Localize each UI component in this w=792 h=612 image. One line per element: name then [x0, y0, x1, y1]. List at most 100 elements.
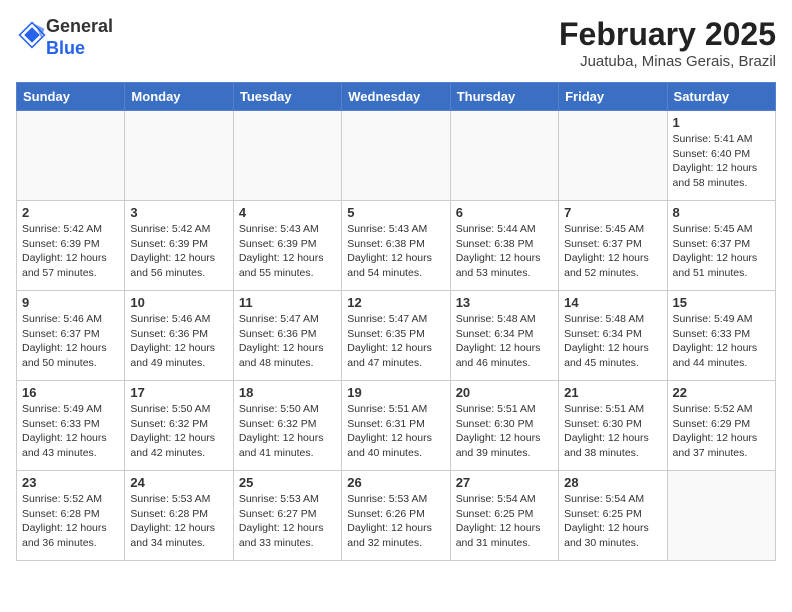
calendar-cell: 19 Sunrise: 5:51 AM Sunset: 6:31 PM Dayli…: [342, 381, 450, 471]
calendar-cell: 3 Sunrise: 5:42 AM Sunset: 6:39 PM Daylig…: [125, 201, 233, 291]
day-number: 8: [673, 205, 770, 220]
day-info: Sunrise: 5:44 AM Sunset: 6:38 PM Dayligh…: [456, 222, 553, 281]
month-title: February 2025: [559, 16, 776, 53]
day-number: 2: [22, 205, 119, 220]
calendar-cell: 4Sunrise: 5:43 AM Sunset: 6:39 PM Daylig…: [233, 201, 341, 291]
day-number: 6: [456, 205, 553, 220]
week-row-1: 1Sunrise: 5:41 AM Sunset: 6:40 PM Daylig…: [17, 111, 776, 201]
calendar-header-tuesday: Tuesday: [233, 83, 341, 111]
day-number: 11: [239, 295, 336, 310]
day-info: Sunrise: 5:53 AM Sunset: 6:27 PM Dayligh…: [239, 492, 336, 551]
day-info: Sunrise: 5:50 AM Sunset: 6:32 PM Dayligh…: [130, 402, 227, 461]
calendar-cell: 15 Sunrise: 5:49 AM Sunset: 6:33 PM Dayli…: [667, 291, 775, 381]
calendar-header-wednesday: Wednesday: [342, 83, 450, 111]
calendar-cell: 9Sunrise: 5:46 AM Sunset: 6:37 PM Daylig…: [17, 291, 125, 381]
calendar-header-saturday: Saturday: [667, 83, 775, 111]
day-info: Sunrise: 5:50 AM Sunset: 6:32 PM Dayligh…: [239, 402, 336, 461]
calendar-cell: [559, 111, 667, 201]
day-number: 17: [130, 385, 227, 400]
calendar-cell: 12 Sunrise: 5:47 AM Sunset: 6:35 PM Dayli…: [342, 291, 450, 381]
calendar-cell: 11 Sunrise: 5:47 AM Sunset: 6:36 PM Dayli…: [233, 291, 341, 381]
week-row-3: 9Sunrise: 5:46 AM Sunset: 6:37 PM Daylig…: [17, 291, 776, 381]
day-number: 24: [130, 475, 227, 490]
day-number: 14: [564, 295, 661, 310]
day-info: Sunrise: 5:54 AM Sunset: 6:25 PM Dayligh…: [456, 492, 553, 551]
day-info: Sunrise: 5:48 AM Sunset: 6:34 PM Dayligh…: [456, 312, 553, 371]
day-info: Sunrise: 5:52 AM Sunset: 6:28 PM Dayligh…: [22, 492, 119, 551]
calendar-cell: 24 Sunrise: 5:53 AM Sunset: 6:28 PM Dayli…: [125, 471, 233, 561]
calendar-cell: 1Sunrise: 5:41 AM Sunset: 6:40 PM Daylig…: [667, 111, 775, 201]
day-number: 5: [347, 205, 444, 220]
logo-general-text: General: [46, 16, 113, 36]
day-info: Sunrise: 5:45 AM Sunset: 6:37 PM Dayligh…: [564, 222, 661, 281]
page-header: General Blue February 2025 Juatuba, Mina…: [16, 16, 776, 70]
calendar-cell: 6 Sunrise: 5:44 AM Sunset: 6:38 PM Daylig…: [450, 201, 558, 291]
calendar-cell: [450, 111, 558, 201]
day-info: Sunrise: 5:47 AM Sunset: 6:36 PM Dayligh…: [239, 312, 336, 371]
week-row-2: 2 Sunrise: 5:42 AM Sunset: 6:39 PM Daylig…: [17, 201, 776, 291]
calendar-cell: 17 Sunrise: 5:50 AM Sunset: 6:32 PM Dayli…: [125, 381, 233, 471]
title-area: February 2025 Juatuba, Minas Gerais, Bra…: [559, 16, 776, 70]
calendar-cell: [667, 471, 775, 561]
day-info: Sunrise: 5:48 AM Sunset: 6:34 PM Dayligh…: [564, 312, 661, 371]
calendar-header-friday: Friday: [559, 83, 667, 111]
day-info: Sunrise: 5:49 AM Sunset: 6:33 PM Dayligh…: [22, 402, 119, 461]
calendar-cell: [125, 111, 233, 201]
calendar-cell: [233, 111, 341, 201]
calendar-header-row: SundayMondayTuesdayWednesdayThursdayFrid…: [17, 83, 776, 111]
day-info: Sunrise: 5:53 AM Sunset: 6:28 PM Dayligh…: [130, 492, 227, 551]
calendar-cell: [17, 111, 125, 201]
week-row-5: 23 Sunrise: 5:52 AM Sunset: 6:28 PM Dayli…: [17, 471, 776, 561]
day-number: 16: [22, 385, 119, 400]
week-row-4: 16 Sunrise: 5:49 AM Sunset: 6:33 PM Dayli…: [17, 381, 776, 471]
day-info: Sunrise: 5:42 AM Sunset: 6:39 PM Dayligh…: [130, 222, 227, 281]
location-title: Juatuba, Minas Gerais, Brazil: [559, 53, 776, 70]
calendar-table: SundayMondayTuesdayWednesdayThursdayFrid…: [16, 82, 776, 561]
day-info: Sunrise: 5:46 AM Sunset: 6:37 PM Dayligh…: [22, 312, 119, 371]
calendar-cell: 16 Sunrise: 5:49 AM Sunset: 6:33 PM Dayli…: [17, 381, 125, 471]
day-number: 15: [673, 295, 770, 310]
calendar-cell: 21 Sunrise: 5:51 AM Sunset: 6:30 PM Dayli…: [559, 381, 667, 471]
calendar-cell: 7Sunrise: 5:45 AM Sunset: 6:37 PM Daylig…: [559, 201, 667, 291]
calendar-cell: 5 Sunrise: 5:43 AM Sunset: 6:38 PM Daylig…: [342, 201, 450, 291]
calendar-cell: [342, 111, 450, 201]
logo-blue-text: Blue: [46, 38, 85, 58]
day-number: 21: [564, 385, 661, 400]
day-info: Sunrise: 5:51 AM Sunset: 6:30 PM Dayligh…: [564, 402, 661, 461]
day-number: 23: [22, 475, 119, 490]
day-info: Sunrise: 5:54 AM Sunset: 6:25 PM Dayligh…: [564, 492, 661, 551]
day-number: 22: [673, 385, 770, 400]
day-number: 27: [456, 475, 553, 490]
day-info: Sunrise: 5:51 AM Sunset: 6:30 PM Dayligh…: [456, 402, 553, 461]
day-number: 3: [130, 205, 227, 220]
day-number: 13: [456, 295, 553, 310]
calendar-cell: 23 Sunrise: 5:52 AM Sunset: 6:28 PM Dayli…: [17, 471, 125, 561]
calendar-header-thursday: Thursday: [450, 83, 558, 111]
day-info: Sunrise: 5:49 AM Sunset: 6:33 PM Dayligh…: [673, 312, 770, 371]
day-info: Sunrise: 5:41 AM Sunset: 6:40 PM Dayligh…: [673, 132, 770, 191]
day-number: 25: [239, 475, 336, 490]
calendar-cell: 8 Sunrise: 5:45 AM Sunset: 6:37 PM Daylig…: [667, 201, 775, 291]
logo-icon: [18, 21, 46, 49]
calendar-header-monday: Monday: [125, 83, 233, 111]
day-number: 18: [239, 385, 336, 400]
day-number: 26: [347, 475, 444, 490]
day-info: Sunrise: 5:47 AM Sunset: 6:35 PM Dayligh…: [347, 312, 444, 371]
logo: General Blue: [16, 16, 113, 59]
day-info: Sunrise: 5:45 AM Sunset: 6:37 PM Dayligh…: [673, 222, 770, 281]
day-info: Sunrise: 5:43 AM Sunset: 6:39 PM Dayligh…: [239, 222, 336, 281]
day-number: 20: [456, 385, 553, 400]
day-number: 10: [130, 295, 227, 310]
calendar-cell: 26 Sunrise: 5:53 AM Sunset: 6:26 PM Dayli…: [342, 471, 450, 561]
day-number: 19: [347, 385, 444, 400]
calendar-cell: 14 Sunrise: 5:48 AM Sunset: 6:34 PM Dayli…: [559, 291, 667, 381]
day-number: 12: [347, 295, 444, 310]
day-number: 28: [564, 475, 661, 490]
calendar-cell: 10Sunrise: 5:46 AM Sunset: 6:36 PM Dayli…: [125, 291, 233, 381]
day-info: Sunrise: 5:53 AM Sunset: 6:26 PM Dayligh…: [347, 492, 444, 551]
day-info: Sunrise: 5:43 AM Sunset: 6:38 PM Dayligh…: [347, 222, 444, 281]
calendar-cell: 22Sunrise: 5:52 AM Sunset: 6:29 PM Dayli…: [667, 381, 775, 471]
calendar-cell: 18 Sunrise: 5:50 AM Sunset: 6:32 PM Dayli…: [233, 381, 341, 471]
calendar-cell: 27 Sunrise: 5:54 AM Sunset: 6:25 PM Dayli…: [450, 471, 558, 561]
day-info: Sunrise: 5:51 AM Sunset: 6:31 PM Dayligh…: [347, 402, 444, 461]
